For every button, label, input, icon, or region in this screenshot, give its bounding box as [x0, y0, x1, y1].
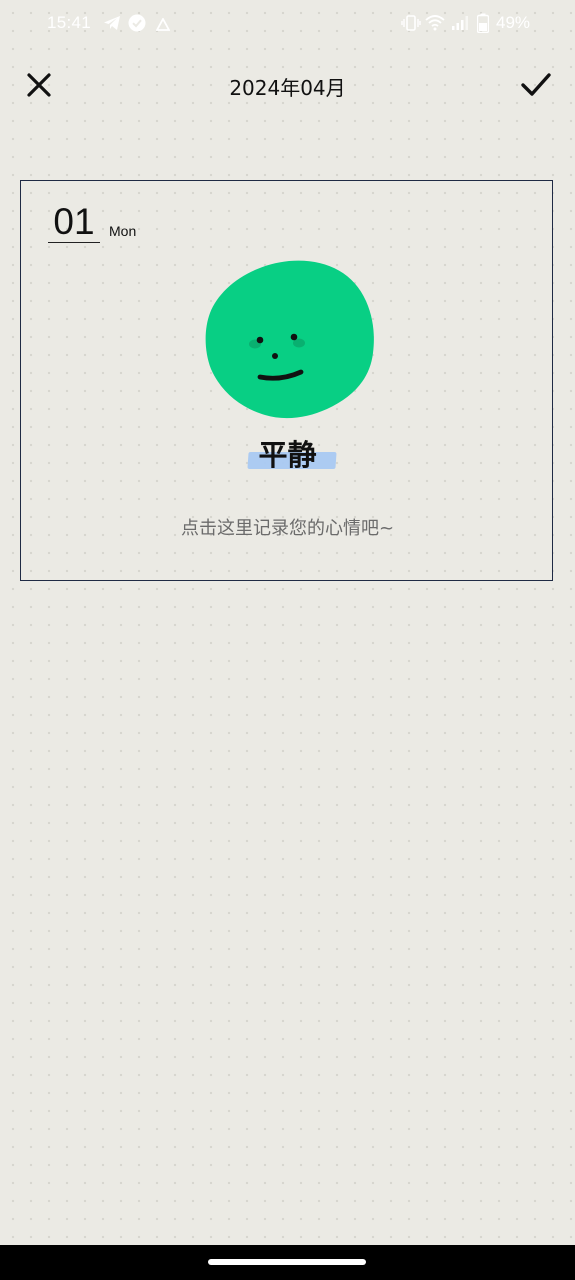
signal-icon [451, 15, 469, 35]
record-mood-prompt[interactable]: 点击这里记录您的心情吧~ [21, 514, 554, 540]
mood-entry-card: 01 Mon 平静 点击这里记录您的心情吧~ [20, 180, 553, 581]
warning-icon [155, 16, 171, 35]
status-time: 15:41 [47, 13, 92, 32]
battery-icon [476, 13, 490, 37]
mood-label: 平静 [258, 438, 317, 472]
day-number: 01 [48, 202, 100, 243]
telegram-icon [103, 15, 121, 35]
checkmark-icon [521, 73, 551, 96]
check-badge-icon [128, 14, 146, 36]
page-title: 2024年04月 [229, 76, 346, 100]
weekday-label: Mon [109, 223, 137, 239]
calm-face-icon[interactable] [203, 257, 379, 425]
confirm-button[interactable] [516, 68, 556, 102]
vibrate-icon [401, 15, 421, 35]
battery-percentage: 49% [496, 13, 531, 32]
status-bar: 15:41 49% [0, 0, 575, 48]
navigation-bar [0, 1245, 575, 1280]
home-gesture-handle[interactable] [208, 1259, 366, 1265]
wifi-icon [425, 14, 445, 35]
top-app-bar: 2024年04月 [0, 60, 575, 110]
